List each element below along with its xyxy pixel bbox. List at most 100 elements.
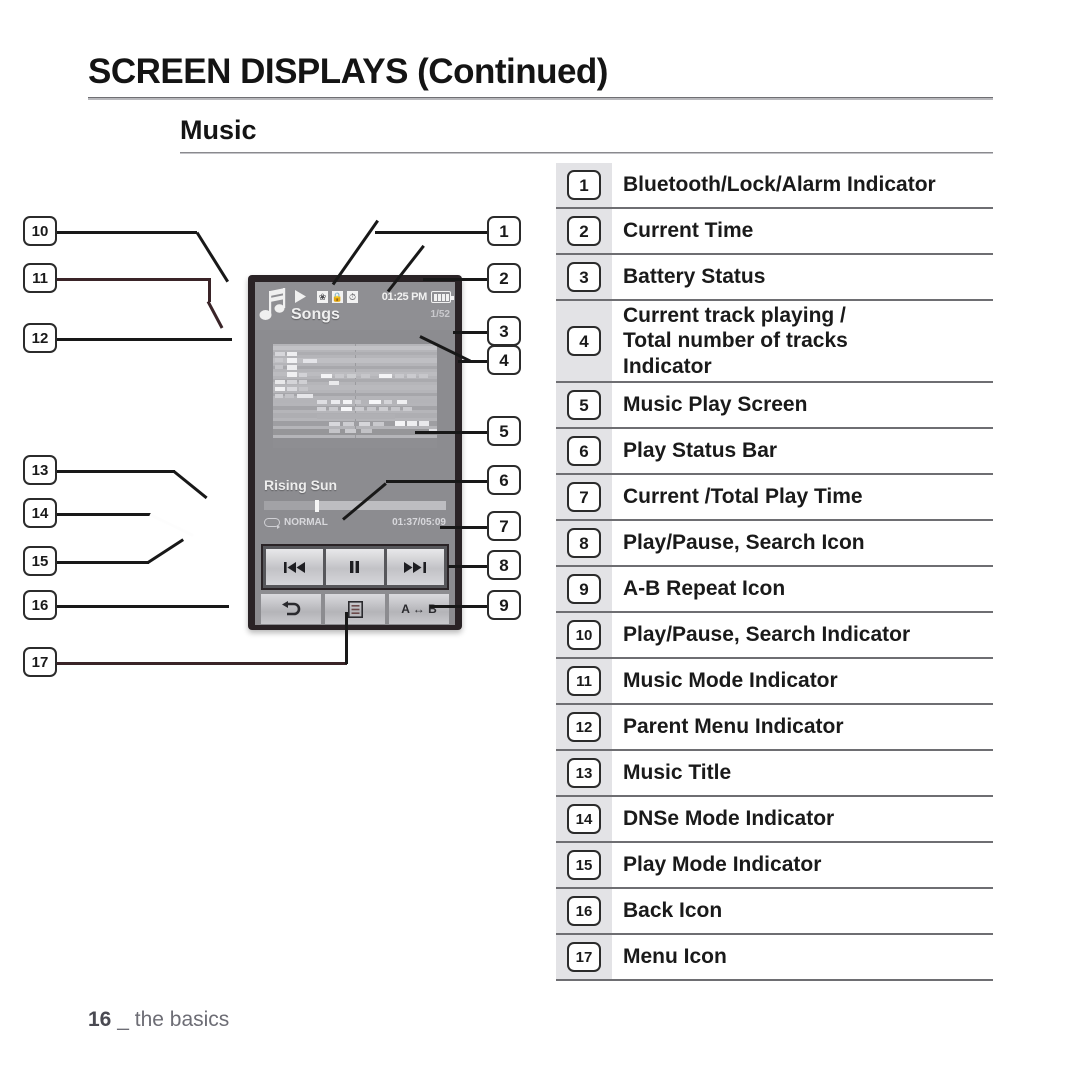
legend-row: 11 Music Mode Indicator [556, 659, 993, 705]
legend-number-box: 17 [567, 942, 601, 972]
viz-block [355, 407, 364, 411]
viz-block [395, 421, 405, 426]
viz-block [391, 407, 400, 411]
legend-row: 1 Bluetooth/Lock/Alarm Indicator [556, 163, 993, 209]
play-triangle-icon [295, 290, 306, 303]
legend-label: Back Icon [623, 899, 723, 923]
viz-row [273, 352, 437, 355]
legend-row: 14 DNSe Mode Indicator [556, 797, 993, 843]
callout-3: 3 [487, 316, 521, 346]
play-status-knob[interactable] [314, 499, 319, 512]
viz-block [287, 387, 297, 391]
viz-block [287, 352, 297, 356]
leader-line-8 [448, 565, 487, 568]
status-bar: ❀ 🔒 ⏱ 01:25 PM Songs 1/52 [255, 282, 455, 330]
legend-number-cell: 11 [556, 659, 612, 703]
menu-list-icon [347, 600, 363, 618]
viz-block [275, 387, 285, 391]
page-footer: 16 _ the basics [88, 1008, 229, 1032]
legend-label: Music Mode Indicator [623, 669, 838, 693]
viz-block [299, 380, 307, 384]
viz-block [287, 380, 297, 384]
viz-block [297, 394, 313, 398]
legend-label: Music Title [623, 761, 732, 785]
viz-block [379, 407, 388, 411]
back-button[interactable] [261, 594, 321, 624]
transport-controls [261, 544, 449, 590]
device-screen: ❀ 🔒 ⏱ 01:25 PM Songs 1/52 Rising Sun NOR… [255, 282, 455, 625]
callout-2: 2 [487, 263, 521, 293]
viz-block [329, 407, 338, 411]
legend-label: A-B Repeat Icon [623, 577, 786, 601]
viz-block [299, 387, 308, 391]
viz-block [275, 352, 285, 356]
callout-13: 13 [23, 455, 57, 485]
legend-label: Play Mode Indicator [623, 853, 822, 877]
viz-block [361, 374, 370, 378]
leader-line-17 [57, 662, 347, 665]
callout-15: 15 [23, 546, 57, 576]
leader-line-5 [415, 431, 487, 434]
legend-label: Play/Pause, Search Indicator [623, 623, 911, 647]
pause-button[interactable] [326, 549, 384, 585]
callout-14: 14 [23, 498, 57, 528]
legend-number-cell: 6 [556, 429, 612, 473]
section-heading: Music [180, 115, 993, 154]
battery-full-icon [431, 291, 454, 303]
viz-block [275, 394, 283, 398]
viz-row [273, 438, 437, 448]
viz-row [273, 346, 437, 350]
lock-icon: 🔒 [331, 291, 344, 303]
legend-number-cell: 9 [556, 567, 612, 611]
legend-row: 2 Current Time [556, 209, 993, 255]
legend-row: 10 Play/Pause, Search Indicator [556, 613, 993, 659]
back-arrow-icon [282, 601, 301, 616]
next-icon [404, 561, 427, 573]
legend-number-cell: 16 [556, 889, 612, 933]
previous-button[interactable] [266, 549, 324, 585]
viz-block [329, 381, 339, 385]
legend-number-box: 14 [567, 804, 601, 834]
legend-label: Play Status Bar [623, 439, 778, 463]
viz-block [403, 407, 412, 411]
legend-number-cell: 4 [556, 301, 612, 381]
callout-10: 10 [23, 216, 57, 246]
legend-row: 12 Parent Menu Indicator [556, 705, 993, 751]
legend-number-box: 16 [567, 896, 601, 926]
callout-5: 5 [487, 416, 521, 446]
menu-button[interactable] [325, 594, 385, 624]
legend-label: Parent Menu Indicator [623, 715, 844, 739]
viz-block [397, 400, 407, 404]
leader-line-9 [430, 605, 487, 608]
mp3-player-device: ❀ 🔒 ⏱ 01:25 PM Songs 1/52 Rising Sun NOR… [248, 275, 462, 630]
track-counter: 1/52 [430, 309, 450, 320]
play-status-fill [264, 501, 319, 510]
legend-label: Battery Status [623, 265, 766, 289]
next-button[interactable] [386, 549, 444, 585]
leader-line-12 [57, 338, 232, 341]
callout-7: 7 [487, 511, 521, 541]
legend-label: Current /Total Play Time [623, 485, 863, 509]
bluetooth-icon: ❀ [317, 291, 328, 303]
legend-number-box: 8 [567, 528, 601, 558]
legend-row: 16 Back Icon [556, 889, 993, 935]
leader-line-2 [423, 278, 487, 281]
legend-number-cell: 1 [556, 163, 612, 207]
play-time: 01:37/05:09 [392, 517, 446, 528]
legend-label: Play/Pause, Search Icon [623, 531, 865, 555]
viz-block [384, 400, 392, 404]
viz-block [343, 422, 354, 426]
footer-page-number: 16 [88, 1008, 112, 1031]
callout-8: 8 [487, 550, 521, 580]
legend-row: 6 Play Status Bar [556, 429, 993, 475]
viz-block [379, 374, 392, 378]
legend-number-cell: 7 [556, 475, 612, 519]
viz-block [331, 400, 340, 404]
viz-block [317, 414, 395, 419]
legend-row: 5 Music Play Screen [556, 383, 993, 429]
callout-4: 4 [487, 345, 521, 375]
viz-block [317, 407, 326, 411]
music-play-screen [255, 330, 455, 476]
legend-label: Music Play Screen [623, 393, 808, 417]
ab-repeat-button[interactable]: A ↔ B [389, 594, 449, 624]
